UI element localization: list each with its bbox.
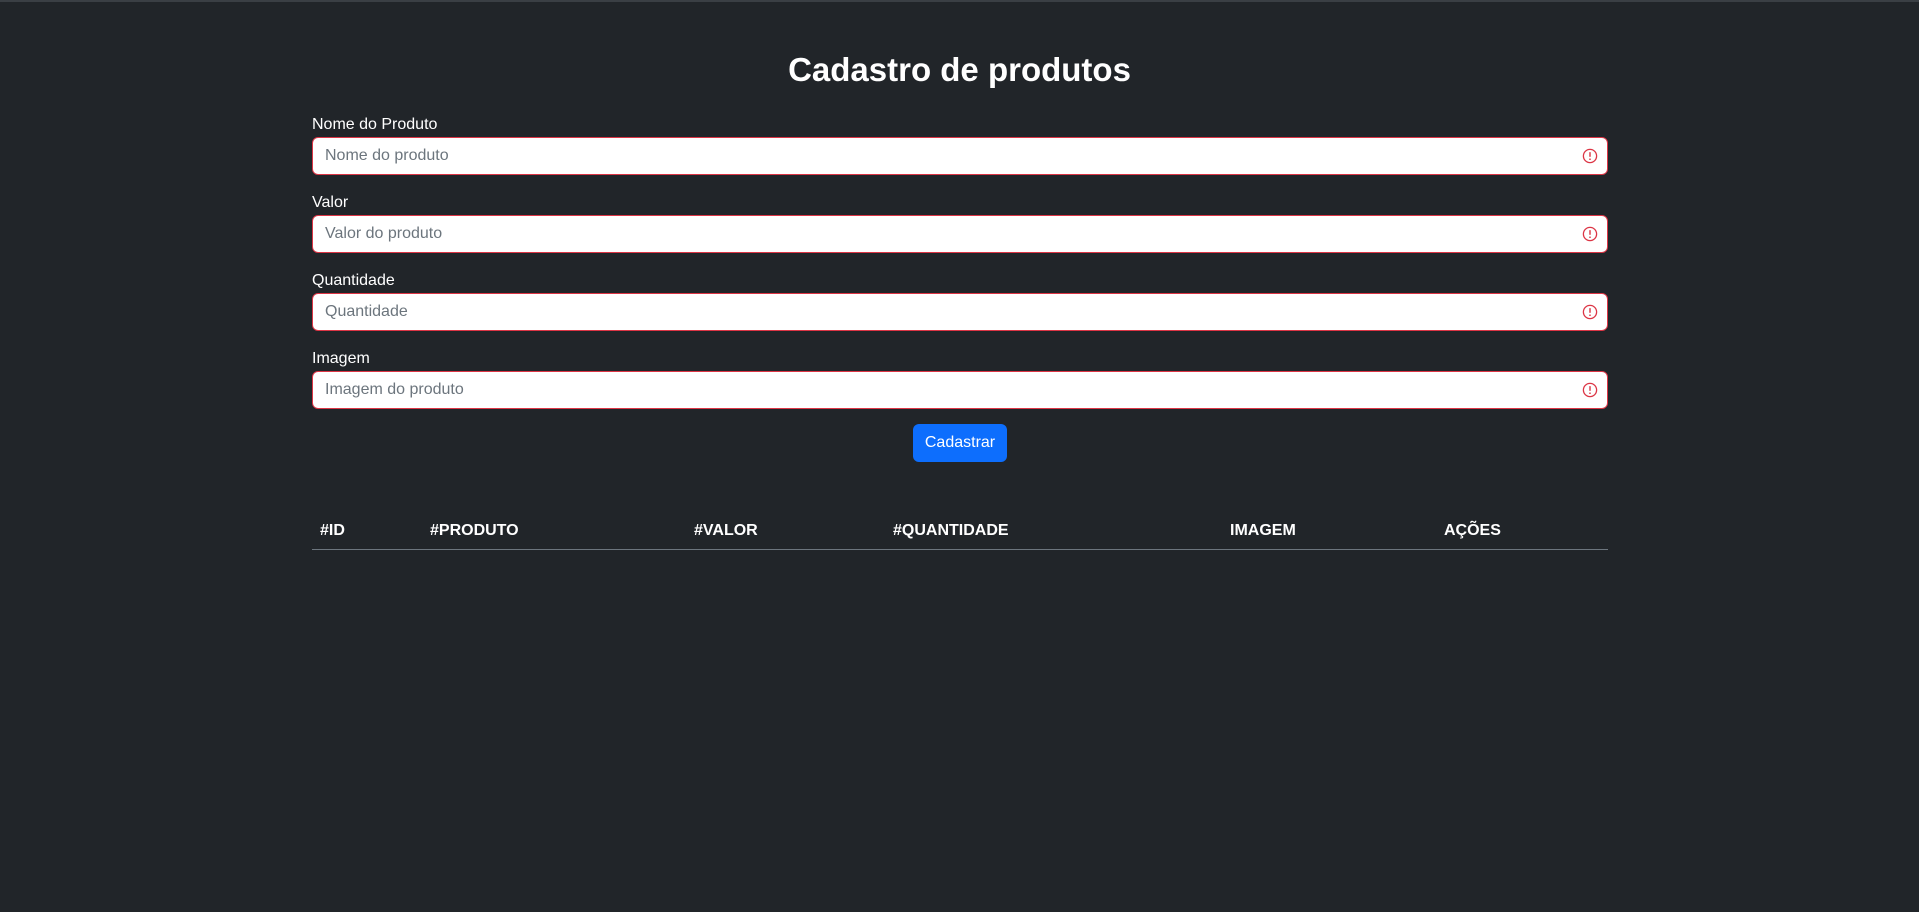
window-top-border [0, 0, 1919, 2]
product-name-group: Nome do Produto [312, 115, 1608, 175]
product-image-input-wrap [312, 371, 1608, 409]
page-title: Cadastro de produtos [788, 51, 1131, 88]
product-value-input-wrap [312, 215, 1608, 253]
product-image-label: Imagem [312, 350, 370, 367]
column-header-value: #VALOR [686, 513, 885, 550]
product-value-group: Valor [312, 193, 1608, 253]
product-image-input[interactable] [312, 371, 1608, 409]
product-name-input[interactable] [312, 137, 1608, 175]
product-name-label: Nome do Produto [312, 116, 438, 133]
product-value-label: Valor [312, 194, 349, 211]
column-header-id: #ID [312, 513, 422, 550]
exclamation-circle-icon [1582, 382, 1598, 398]
exclamation-circle-icon [1582, 304, 1598, 320]
product-table: #ID #PRODUTO #VALOR #QUANTIDADE IMAGEM A… [312, 513, 1608, 550]
column-header-product: #PRODUTO [422, 513, 686, 550]
product-image-group: Imagem [312, 349, 1608, 409]
product-quantity-input[interactable] [312, 293, 1608, 331]
product-value-input[interactable] [312, 215, 1608, 253]
exclamation-circle-icon [1582, 148, 1598, 164]
column-header-image: IMAGEM [1222, 513, 1436, 550]
column-header-quantity: #QUANTIDADE [885, 513, 1222, 550]
exclamation-circle-icon [1582, 226, 1598, 242]
product-quantity-group: Quantidade [312, 271, 1608, 331]
product-name-input-wrap [312, 137, 1608, 175]
product-quantity-label: Quantidade [312, 272, 395, 289]
column-header-actions: AÇÕES [1436, 513, 1608, 550]
table-header-row: #ID #PRODUTO #VALOR #QUANTIDADE IMAGEM A… [312, 513, 1608, 550]
register-button[interactable]: Cadastrar [913, 424, 1007, 462]
product-quantity-input-wrap [312, 293, 1608, 331]
table-header: #ID #PRODUTO #VALOR #QUANTIDADE IMAGEM A… [312, 513, 1608, 550]
